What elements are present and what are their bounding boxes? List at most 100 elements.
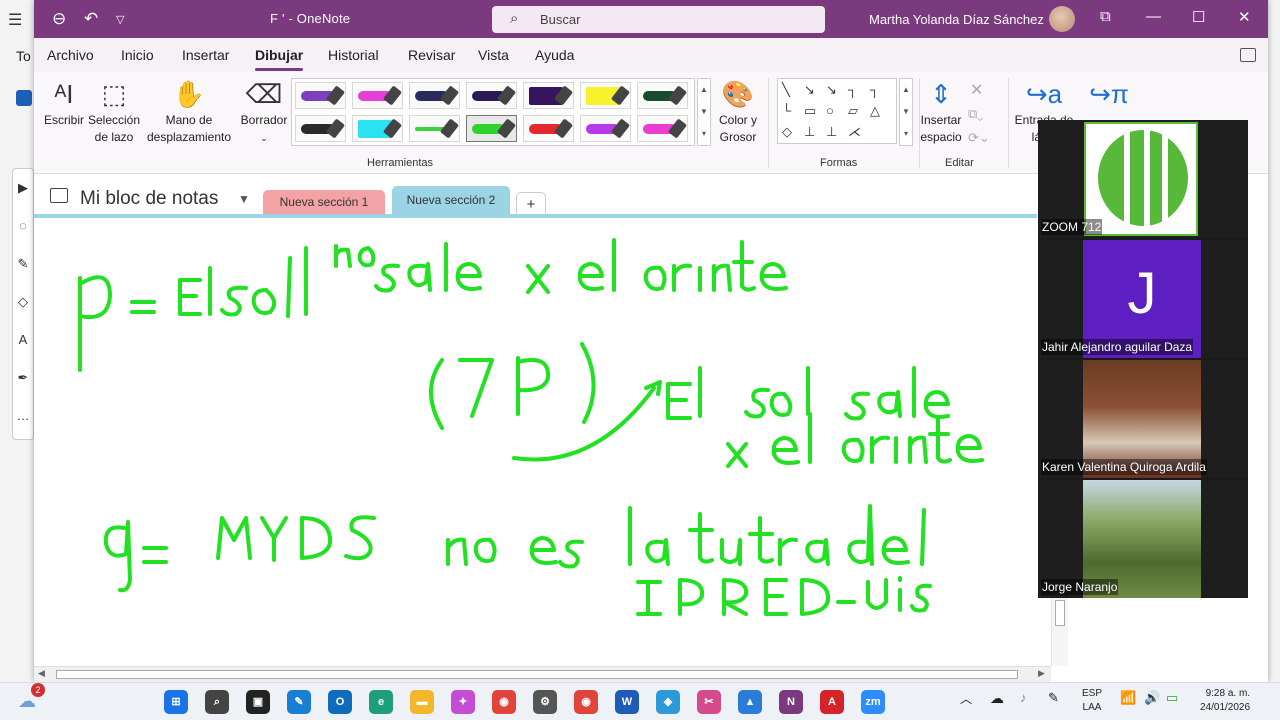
add-section-button[interactable]: +: [516, 192, 546, 214]
back-icon[interactable]: ⊖: [52, 9, 66, 29]
delete-icon[interactable]: ✕: [970, 80, 983, 100]
pen-swatch[interactable]: [637, 82, 688, 109]
close-icon[interactable]: ✕: [1238, 8, 1251, 26]
volume-icon[interactable]: 🔊: [1144, 691, 1160, 705]
chevron-down-icon[interactable]: ▼: [900, 101, 912, 123]
participant-tile[interactable]: ZOOM 712: [1038, 120, 1248, 238]
highlighter-swatch[interactable]: [580, 82, 631, 109]
sticky-notes-icon[interactable]: ✎: [287, 690, 311, 714]
dock-window-icon[interactable]: ⧉: [1100, 8, 1111, 25]
photos-icon[interactable]: ▲: [738, 690, 762, 714]
horizontal-scrollbar-thumb[interactable]: [56, 670, 1018, 679]
diamond-icon[interactable]: ◇: [782, 124, 792, 140]
shapes-gallery-scroll[interactable]: ▲ ▼ ▾: [899, 78, 913, 146]
menu-inicio[interactable]: Inicio: [121, 47, 154, 63]
notebook-icon[interactable]: [50, 188, 68, 203]
insert-space-button[interactable]: ⇕ Insertar espacio: [916, 76, 966, 146]
parallelogram-icon[interactable]: ▱: [848, 103, 858, 119]
pen-swatch[interactable]: [580, 115, 631, 142]
menu-ayuda[interactable]: Ayuda: [535, 47, 574, 63]
language-indicator[interactable]: ESP LAA: [1082, 687, 1102, 715]
participant-tile[interactable]: Karen Valentina Quiroga Ardila: [1038, 360, 1248, 478]
clock[interactable]: 9:28 a. m. 24/01/2026: [1200, 687, 1250, 715]
participant-tile[interactable]: J Jahir Alejandro aguilar Daza: [1038, 240, 1248, 358]
vertical-scrollbar-thumb[interactable]: [1055, 600, 1065, 626]
triangle-icon[interactable]: △: [870, 103, 880, 119]
cloud-icon[interactable]: ☁: [990, 691, 1004, 705]
page-canvas[interactable]: [34, 218, 1051, 666]
highlighter-swatch[interactable]: [523, 82, 574, 109]
axis-icon[interactable]: ⊥: [804, 124, 815, 140]
corner-arrow-icon[interactable]: ┐: [870, 82, 879, 97]
maps-icon[interactable]: ◈: [656, 690, 680, 714]
avatar[interactable]: [1049, 6, 1075, 32]
outlook-icon[interactable]: O: [328, 690, 352, 714]
arrange-icon[interactable]: ⧉⌄: [968, 106, 983, 122]
task-view-icon[interactable]: ▣: [246, 690, 270, 714]
minimize-icon[interactable]: —: [1146, 8, 1161, 25]
ink-icon[interactable]: ✒: [13, 359, 33, 397]
chevron-up-icon[interactable]: ▲: [698, 79, 710, 101]
search-icon[interactable]: ⌕: [205, 690, 229, 714]
menu-archivo[interactable]: Archivo: [47, 47, 94, 63]
pen-swatch[interactable]: [295, 82, 346, 109]
more-icon[interactable]: …: [13, 397, 33, 435]
ink-to-math-button[interactable]: ↪π: [1084, 76, 1134, 112]
circle-icon[interactable]: ○: [826, 103, 834, 118]
selected-pen-swatch[interactable]: [466, 115, 517, 142]
participant-tile[interactable]: Jorge Naranjo: [1038, 480, 1248, 598]
battery-icon[interactable]: ▭: [1166, 691, 1178, 705]
highlighter-swatch[interactable]: [352, 115, 403, 142]
wifi-icon[interactable]: 📶: [1120, 691, 1136, 705]
lasso-icon[interactable]: ◌: [13, 207, 33, 245]
pen-tray-icon[interactable]: ✎: [1048, 691, 1059, 705]
pointer-icon[interactable]: ▶: [13, 169, 33, 207]
edge-icon[interactable]: e: [369, 690, 393, 714]
line-icon[interactable]: ╲: [782, 82, 790, 98]
windows-start-icon[interactable]: ⊞: [164, 690, 188, 714]
eraser-icon[interactable]: ◇: [13, 283, 33, 321]
menu-vista[interactable]: Vista: [478, 47, 509, 63]
menu-historial[interactable]: Historial: [328, 47, 379, 63]
file-explorer-icon[interactable]: ▬: [410, 690, 434, 714]
sticky-notes-panel-icon[interactable]: [1240, 48, 1256, 62]
pen-gallery-scroll[interactable]: ▲ ▼ ▾: [697, 78, 711, 146]
double-arrow-icon[interactable]: ↘: [826, 82, 837, 98]
menu-revisar[interactable]: Revisar: [408, 47, 455, 63]
chevron-down-icon[interactable]: ▼: [238, 192, 250, 206]
chevron-down-icon[interactable]: ▼: [698, 101, 710, 123]
rectangle-icon[interactable]: ▭: [804, 103, 816, 119]
audio-icon[interactable]: ♪: [1020, 691, 1027, 705]
escribir-button[interactable]: ᴬI Escribir: [42, 76, 86, 129]
pen-swatch[interactable]: [409, 115, 460, 142]
text-icon[interactable]: A: [13, 321, 33, 359]
pen-icon[interactable]: ✎: [13, 245, 33, 283]
hamburger-icon[interactable]: ☰: [8, 10, 22, 30]
axis-xyz-icon[interactable]: ⋌: [848, 124, 861, 140]
pen-swatch[interactable]: [466, 82, 517, 109]
word-icon[interactable]: W: [615, 690, 639, 714]
arrow-icon[interactable]: ↘: [804, 82, 815, 98]
chrome-icon[interactable]: ◉: [492, 690, 516, 714]
chevron-up-icon[interactable]: ▲: [900, 79, 912, 101]
pen-swatch[interactable]: [409, 82, 460, 109]
settings-icon[interactable]: ⚙: [533, 690, 557, 714]
expand-gallery-icon[interactable]: ▾: [698, 123, 710, 145]
bracket-icon[interactable]: └: [782, 103, 791, 118]
quick-access-dropdown-icon[interactable]: ▽: [116, 13, 124, 26]
pen-swatch[interactable]: [523, 115, 574, 142]
lasso-select-button[interactable]: ⬚ Selección de lazo: [86, 76, 142, 146]
acrobat-icon[interactable]: A: [820, 690, 844, 714]
rotate-icon[interactable]: ⟳⌄: [968, 130, 990, 146]
background-app-icon[interactable]: [16, 90, 32, 106]
scroll-right-icon[interactable]: ▶: [1038, 668, 1045, 679]
pen-swatch[interactable]: [352, 82, 403, 109]
eraser-button[interactable]: ⌫ Borrador ⌄: [236, 76, 292, 147]
notebook-title[interactable]: Mi bloc de notas: [80, 188, 218, 210]
pan-hand-button[interactable]: ✋ Mano de desplazamiento: [142, 76, 236, 146]
pen-swatch[interactable]: [637, 115, 688, 142]
horizontal-scrollbar[interactable]: ◀ ▶: [34, 666, 1051, 682]
onenote-icon[interactable]: N: [779, 690, 803, 714]
tab-nueva-seccion-2[interactable]: Nueva sección 2: [392, 186, 510, 214]
pen-swatch[interactable]: [295, 115, 346, 142]
